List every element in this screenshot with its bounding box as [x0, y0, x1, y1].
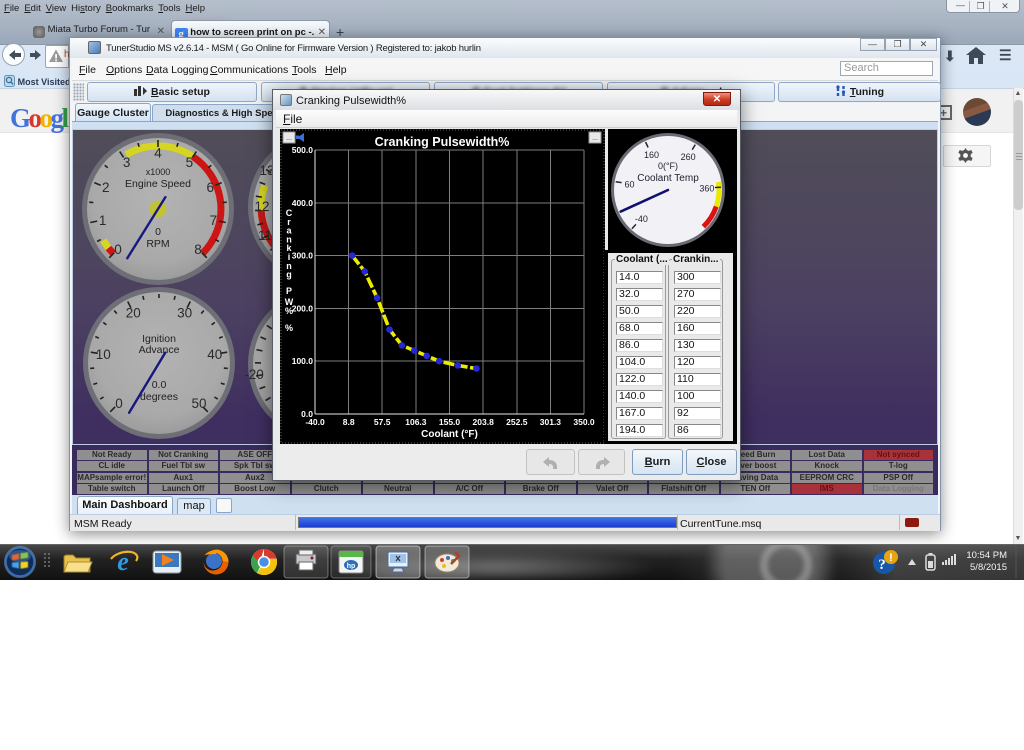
svg-text:degrees: degrees — [140, 391, 178, 403]
svg-text:60: 60 — [624, 179, 634, 189]
svg-text:%: % — [285, 306, 293, 316]
svg-text:0(°F): 0(°F) — [658, 161, 678, 171]
svg-text:50: 50 — [191, 396, 206, 411]
svg-text:360: 360 — [699, 184, 714, 194]
svg-text:%: % — [285, 323, 293, 333]
svg-text:300.0: 300.0 — [292, 251, 314, 261]
svg-text:0: 0 — [114, 242, 122, 257]
svg-text:30: 30 — [177, 306, 192, 321]
svg-text:500.0: 500.0 — [292, 145, 314, 155]
svg-text:10: 10 — [96, 347, 111, 362]
svg-text:5/8/2015: 5/8/2015 — [970, 562, 1007, 573]
svg-text:Coolant Temp: Coolant Temp — [637, 173, 699, 184]
svg-text:252.5: 252.5 — [506, 417, 528, 427]
svg-text:Coolant (°F): Coolant (°F) — [421, 429, 478, 440]
svg-text:200.0: 200.0 — [292, 303, 314, 313]
svg-text:P: P — [286, 286, 292, 296]
svg-text:2: 2 — [102, 180, 110, 195]
svg-text:40: 40 — [207, 347, 222, 362]
svg-text:6: 6 — [206, 180, 214, 195]
svg-text:!: ! — [889, 552, 893, 564]
svg-text:155.0: 155.0 — [439, 417, 461, 427]
svg-text:0: 0 — [155, 226, 161, 238]
svg-text:x1000: x1000 — [146, 167, 171, 177]
svg-text:0: 0 — [115, 396, 123, 411]
svg-text:-40: -40 — [635, 214, 648, 224]
svg-text:100.0: 100.0 — [292, 356, 314, 366]
svg-text:3: 3 — [123, 155, 131, 170]
svg-text:7: 7 — [210, 213, 218, 228]
svg-text:0.0: 0.0 — [152, 379, 167, 391]
svg-text:400.0: 400.0 — [292, 198, 314, 208]
svg-text:Engine Speed: Engine Speed — [125, 178, 191, 190]
svg-text:8: 8 — [194, 242, 202, 257]
svg-text:Cranking Pulsewidth%: Cranking Pulsewidth% — [375, 135, 510, 149]
svg-text:20: 20 — [126, 306, 141, 321]
svg-text:Advance: Advance — [139, 344, 180, 356]
svg-text:12: 12 — [254, 199, 269, 214]
svg-text:RPM: RPM — [146, 238, 169, 250]
svg-text:-20: -20 — [244, 367, 264, 382]
svg-text:301.3: 301.3 — [540, 417, 562, 427]
svg-text:...: ... — [286, 135, 292, 142]
svg-text:hp: hp — [347, 563, 356, 570]
svg-text:10:54 PM: 10:54 PM — [966, 550, 1007, 561]
svg-text:5: 5 — [186, 155, 194, 170]
svg-text:8.8: 8.8 — [343, 417, 355, 427]
svg-text:57.5: 57.5 — [374, 417, 391, 427]
svg-text:203.8: 203.8 — [473, 417, 495, 427]
svg-text:260: 260 — [681, 152, 696, 162]
svg-text:106.3: 106.3 — [405, 417, 427, 427]
svg-text:1: 1 — [99, 213, 107, 228]
svg-text:g: g — [286, 270, 292, 280]
svg-text:4: 4 — [154, 145, 162, 160]
svg-text:11: 11 — [258, 228, 272, 243]
svg-text:160: 160 — [644, 150, 659, 160]
svg-text:350.0: 350.0 — [573, 417, 595, 427]
svg-text:...: ... — [592, 135, 598, 142]
svg-text:-40.0: -40.0 — [305, 417, 325, 427]
